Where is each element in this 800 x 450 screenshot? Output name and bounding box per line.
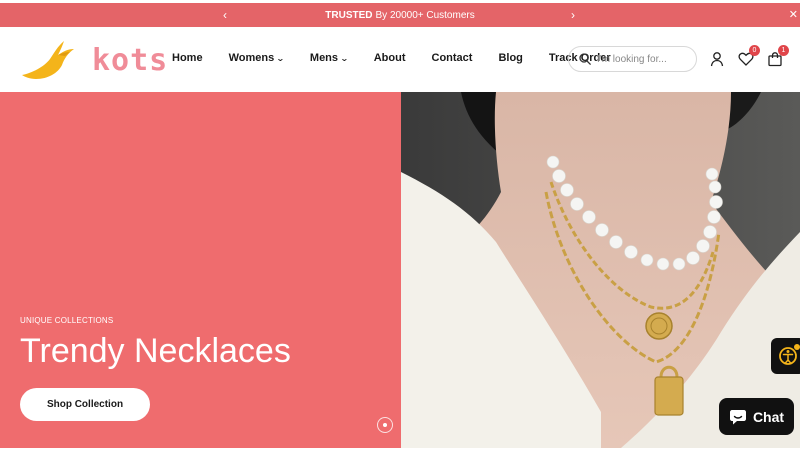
search-icon [579,53,591,65]
accessibility-widget-button[interactable] [771,338,800,374]
chat-button[interactable]: Chat [719,398,794,435]
nav-item-mens[interactable]: Mens ⌄ [309,52,349,64]
cart-count-badge: 1 [778,45,789,56]
nav-item-label: About [373,52,406,64]
hero-title: Trendy Necklaces [20,332,291,370]
chevron-down-icon: ⌄ [340,53,349,63]
slider-dot[interactable] [377,417,393,433]
user-icon[interactable] [709,51,725,67]
hero-kicker: UNIQUE COLLECTIONS [20,316,114,325]
nav-item-womens[interactable]: Womens ⌄ [228,52,285,64]
logo-bird-icon [22,41,74,79]
nav-item-label: Blog [498,52,523,64]
announcement-bar: ‹ TRUSTED By 20000+ Customers › ✕ [0,3,800,27]
chat-bubble-icon [729,409,746,424]
nav-item-home[interactable]: Home [172,52,203,64]
logo-text: kots [92,43,169,78]
main-nav: Home Womens ⌄ Mens ⌄ About Contact Blog Tr… [172,52,637,64]
nav-item-contact[interactable]: Contact [432,52,473,64]
hero-image [401,92,800,448]
site-header: kots Home Womens ⌄ Mens ⌄ About Contact Bl… [0,27,800,92]
chevron-down-icon: ⌄ [276,53,285,63]
chat-label: Chat [752,408,785,425]
search-box[interactable] [568,46,697,72]
shop-collection-button[interactable]: Shop Collection [20,388,150,421]
heart-icon[interactable]: 0 [738,45,760,67]
announcement-text: By 20000+ Customers [375,9,475,21]
necklace-model-image [401,92,800,448]
search-input[interactable] [597,53,692,65]
announcement-highlight: TRUSTED [325,9,373,21]
logo[interactable]: kots [18,37,167,81]
accessibility-icon [779,344,800,365]
nav-item-blog[interactable]: Blog [498,52,522,64]
nav-item-label: Home [172,52,203,64]
nav-item-label: Mens [309,52,339,64]
bag-icon[interactable]: 1 [767,45,789,67]
nav-item-label: Contact [431,52,473,64]
wishlist-count-badge: 0 [749,45,760,56]
chevron-right-icon[interactable]: › [571,7,575,23]
chevron-left-icon[interactable]: ‹ [223,7,227,23]
nav-item-label: Womens [228,52,275,64]
nav-item-about[interactable]: About [374,52,406,64]
close-icon[interactable]: ✕ [789,7,798,23]
